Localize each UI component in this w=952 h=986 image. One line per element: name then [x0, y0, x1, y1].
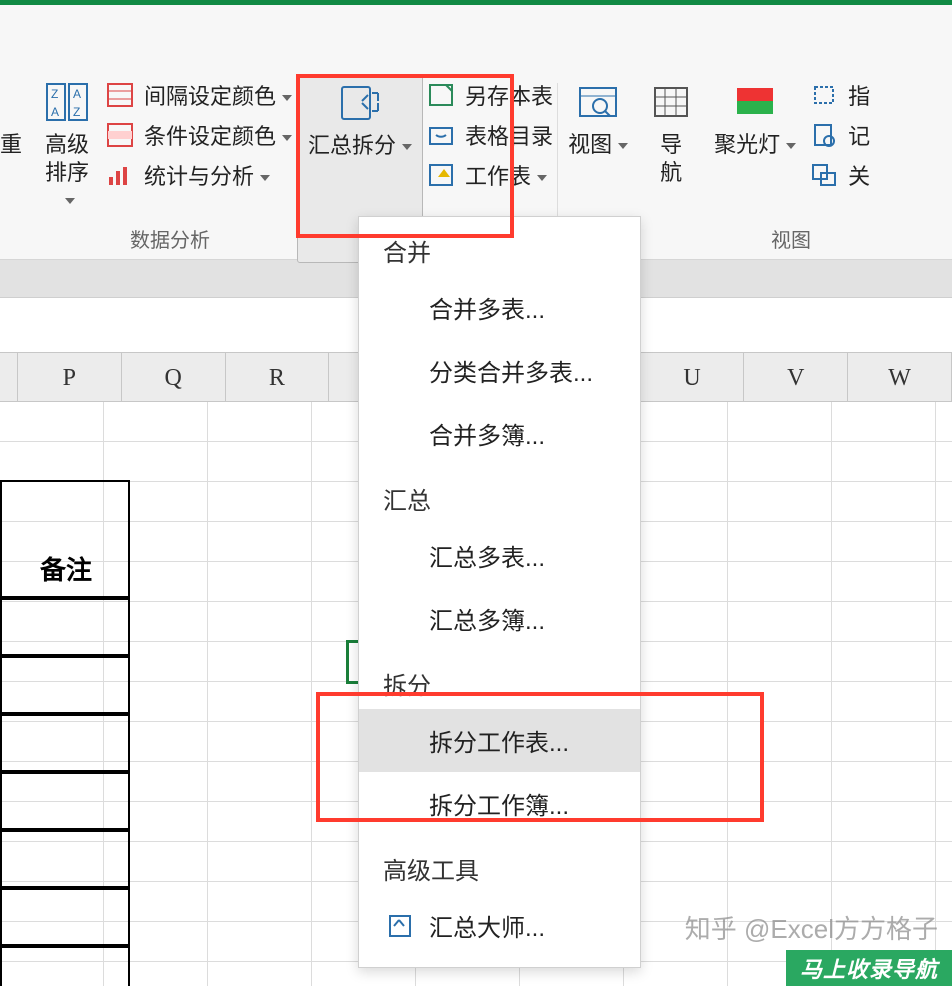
menu-summary-master-label: 汇总大师...	[429, 915, 545, 942]
svg-text:A: A	[51, 105, 59, 119]
record-icon	[810, 121, 838, 149]
watermark-text: 知乎 @Excel方方格子	[685, 909, 938, 946]
save-as-table-label: 另存本表	[465, 79, 553, 111]
group-label-data-analysis: 数据分析	[0, 224, 340, 259]
table-row	[0, 830, 130, 888]
column-header-Q[interactable]: Q	[122, 353, 226, 401]
svg-text:A: A	[73, 87, 81, 101]
table-row	[0, 772, 130, 830]
table-row	[0, 888, 130, 946]
table-header-cell: 备注	[40, 550, 92, 587]
sort-icon: Z A A Z	[44, 79, 90, 125]
condition-color-label: 条件设定颜色	[144, 119, 292, 151]
summary-master-icon	[387, 913, 413, 939]
svg-text:Z: Z	[73, 105, 80, 119]
table-row	[0, 656, 130, 714]
summary-split-icon	[337, 80, 383, 126]
record-button[interactable]: 记	[810, 119, 870, 151]
group-label-view: 视图	[630, 224, 952, 259]
navigate-label: 导航	[658, 131, 684, 186]
table-row	[0, 714, 130, 772]
worksheet-icon	[427, 161, 455, 189]
menu-summary-master[interactable]: 汇总大师...	[359, 894, 640, 957]
table-directory-button[interactable]: 表格目录	[427, 119, 553, 151]
menu-merge-workbooks[interactable]: 合并多簿...	[359, 402, 640, 465]
advanced-sort-label: 高级排序	[42, 131, 92, 214]
condition-color-button[interactable]: 条件设定颜色	[106, 119, 292, 151]
stats-icon	[106, 161, 134, 189]
rearrange-icon	[1, 79, 21, 125]
summary-split-menu: 合并 合并多表... 分类合并多表... 合并多簿... 汇总 汇总多表... …	[358, 216, 641, 968]
finger-icon	[810, 81, 838, 109]
corner-badge: 马上收录导航	[786, 950, 952, 986]
menu-summary-workbooks[interactable]: 汇总多簿...	[359, 587, 640, 650]
column-header-U[interactable]: U	[641, 353, 745, 401]
related-label: 关	[848, 159, 870, 191]
svg-text:Z: Z	[51, 87, 58, 101]
table-directory-label: 表格目录	[465, 119, 553, 151]
menu-section-summary: 汇总	[359, 465, 640, 524]
menu-split-worksheet[interactable]: 拆分工作表...	[359, 709, 640, 772]
save-as-table-button[interactable]: 另存本表	[427, 79, 553, 111]
stats-analysis-button[interactable]: 统计与分析	[106, 159, 292, 191]
record-label: 记	[848, 119, 870, 151]
view-label: 视图	[568, 131, 628, 159]
spotlight-label: 聚光灯	[714, 131, 796, 159]
column-header-R[interactable]: R	[226, 353, 330, 401]
related-icon	[810, 161, 838, 189]
condition-color-icon	[106, 121, 134, 149]
finger-label: 指	[848, 79, 870, 111]
summary-split-label: 汇总拆分	[308, 132, 412, 160]
interval-color-icon	[106, 81, 134, 109]
related-button[interactable]: 关	[810, 159, 870, 191]
view-icon	[575, 79, 621, 125]
column-header-V[interactable]: V	[744, 353, 848, 401]
spotlight-icon	[732, 79, 778, 125]
menu-merge-tables[interactable]: 合并多表...	[359, 276, 640, 339]
worksheet-label: 工作表	[465, 159, 547, 191]
column-header-P[interactable]: P	[18, 353, 122, 401]
table-row	[0, 598, 130, 656]
menu-merge-by-category[interactable]: 分类合并多表...	[359, 339, 640, 402]
menu-split-workbook[interactable]: 拆分工作簿...	[359, 772, 640, 835]
column-header[interactable]	[0, 353, 18, 401]
column-header-W[interactable]: W	[848, 353, 952, 401]
interval-color-button[interactable]: 间隔设定颜色	[106, 79, 292, 111]
worksheet-button[interactable]: 工作表	[427, 159, 553, 191]
finger-button[interactable]: 指	[810, 79, 870, 111]
menu-section-merge: 合并	[359, 217, 640, 276]
rearrange-label: 重	[0, 131, 22, 159]
stats-analysis-label: 统计与分析	[144, 159, 270, 191]
menu-summary-tables[interactable]: 汇总多表...	[359, 524, 640, 587]
menu-section-split: 拆分	[359, 650, 640, 709]
table-row	[0, 946, 130, 986]
directory-icon	[427, 121, 455, 149]
navigate-icon	[648, 79, 694, 125]
menu-section-advanced: 高级工具	[359, 835, 640, 894]
interval-color-label: 间隔设定颜色	[144, 79, 292, 111]
save-as-icon	[427, 81, 455, 109]
